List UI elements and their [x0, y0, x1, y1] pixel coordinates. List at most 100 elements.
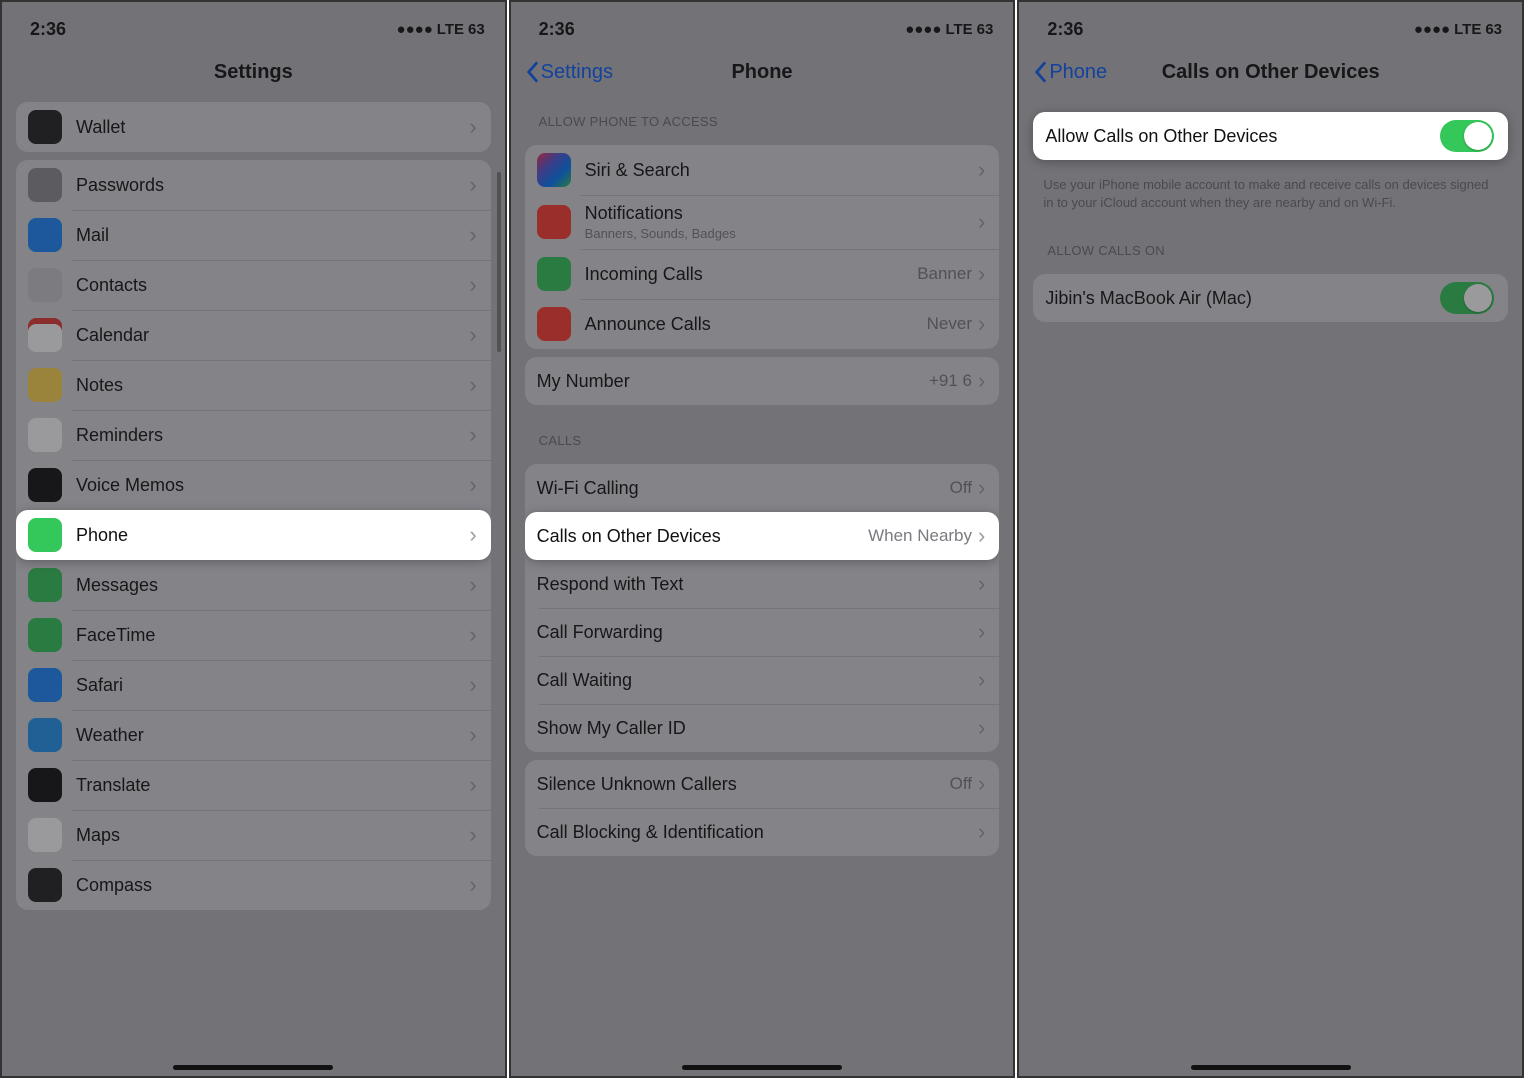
row-translate[interactable]: Translate›	[16, 760, 491, 810]
reminders-icon	[28, 418, 62, 452]
phone-calls-group: Wi-Fi CallingOff›Calls on Other DevicesW…	[525, 464, 1000, 752]
row-label: Safari	[76, 675, 469, 696]
nav-header: Settings	[2, 50, 505, 94]
row-label: Messages	[76, 575, 469, 596]
devices-group: Jibin's MacBook Air (Mac)	[1033, 274, 1508, 322]
row-label: Call Waiting	[537, 670, 978, 691]
chevron-right-icon: ›	[978, 475, 985, 501]
row-facetime[interactable]: FaceTime›	[16, 610, 491, 660]
allow-calls-toggle[interactable]	[1440, 120, 1494, 152]
row-value: When Nearby	[868, 526, 972, 546]
row-notif[interactable]: NotificationsBanners, Sounds, Badges›	[525, 195, 1000, 249]
row-waiting[interactable]: Call Waiting›	[525, 656, 1000, 704]
status-bar: 2:36 ●●●● LTE 63	[511, 2, 1014, 50]
row-callerid[interactable]: Show My Caller ID›	[525, 704, 1000, 752]
home-indicator[interactable]	[1191, 1065, 1351, 1070]
wallet-icon	[28, 110, 62, 144]
chevron-right-icon: ›	[469, 722, 476, 748]
facetime-icon	[28, 618, 62, 652]
row-incoming[interactable]: Incoming CallsBanner›	[525, 249, 1000, 299]
row-allow-calls-other-devices[interactable]: Allow Calls on Other Devices	[1033, 112, 1508, 160]
row-reminders[interactable]: Reminders›	[16, 410, 491, 460]
messages-icon	[28, 568, 62, 602]
row-value: Off	[950, 478, 972, 498]
back-button[interactable]: Phone	[1033, 61, 1107, 84]
calls-other-devices-screen: 2:36 ●●●● LTE 63 Phone Calls on Other De…	[1017, 0, 1524, 1078]
row-my-number[interactable]: My Number +91 6 ›	[525, 357, 1000, 405]
chevron-right-icon: ›	[469, 172, 476, 198]
row-wificalling[interactable]: Wi-Fi CallingOff›	[525, 464, 1000, 512]
scrollbar[interactable]	[497, 172, 501, 352]
chevron-left-icon	[1033, 61, 1047, 83]
row-label: Incoming Calls	[585, 264, 918, 285]
row-label: Phone	[76, 525, 469, 546]
status-right: ●●●● LTE 63	[905, 21, 993, 38]
notes-icon	[28, 368, 62, 402]
row-passwords[interactable]: Passwords›	[16, 160, 491, 210]
device-toggle[interactable]	[1440, 282, 1494, 314]
home-indicator[interactable]	[682, 1065, 842, 1070]
settings-group-wallet: Wallet›	[16, 102, 491, 152]
row-label: Calls on Other Devices	[537, 526, 868, 547]
passwords-icon	[28, 168, 62, 202]
back-label: Settings	[541, 61, 613, 84]
row-label: Voice Memos	[76, 475, 469, 496]
page-title: Settings	[2, 61, 505, 84]
row-calendar[interactable]: Calendar›	[16, 310, 491, 360]
mail-icon	[28, 218, 62, 252]
row-label: Announce Calls	[585, 314, 927, 335]
row-otherdev[interactable]: Calls on Other DevicesWhen Nearby ›	[525, 512, 1000, 560]
calendar-icon	[28, 318, 62, 352]
row-wallet[interactable]: Wallet›	[16, 102, 491, 152]
my-number-label: My Number	[537, 371, 929, 392]
row-respond[interactable]: Respond with Text›	[525, 560, 1000, 608]
row-blocking[interactable]: Call Blocking & Identification›	[525, 808, 1000, 856]
chevron-right-icon: ›	[469, 572, 476, 598]
row-label: Call Forwarding	[537, 622, 978, 643]
chevron-right-icon: ›	[978, 715, 985, 741]
phone-mynumber-group: My Number +91 6 ›	[525, 357, 1000, 405]
row-label: Reminders	[76, 425, 469, 446]
row-messages[interactable]: Messages›	[16, 560, 491, 610]
chevron-right-icon: ›	[978, 619, 985, 645]
row-notes[interactable]: Notes›	[16, 360, 491, 410]
section-allow-access: ALLOW PHONE TO ACCESS	[511, 94, 1014, 137]
row-value: Off	[950, 774, 972, 794]
chevron-right-icon: ›	[978, 209, 985, 235]
row-safari[interactable]: Safari›	[16, 660, 491, 710]
signal-icon: ●●●●	[1414, 21, 1450, 38]
row-contacts[interactable]: Contacts›	[16, 260, 491, 310]
chevron-right-icon: ›	[469, 522, 476, 548]
row-mail[interactable]: Mail›	[16, 210, 491, 260]
row-compass[interactable]: Compass›	[16, 860, 491, 910]
contacts-icon	[28, 268, 62, 302]
row-silence[interactable]: Silence Unknown CallersOff›	[525, 760, 1000, 808]
notif-icon	[537, 205, 571, 239]
row-weather[interactable]: Weather›	[16, 710, 491, 760]
row-maps[interactable]: Maps›	[16, 810, 491, 860]
row-forward[interactable]: Call Forwarding›	[525, 608, 1000, 656]
row-label: Calendar	[76, 325, 469, 346]
row-label: Silence Unknown Callers	[537, 774, 950, 795]
chevron-right-icon: ›	[469, 322, 476, 348]
row-device-macbook[interactable]: Jibin's MacBook Air (Mac)	[1033, 274, 1508, 322]
row-voicememos[interactable]: Voice Memos›	[16, 460, 491, 510]
maps-icon	[28, 818, 62, 852]
row-siri[interactable]: Siri & Search›	[525, 145, 1000, 195]
chevron-right-icon: ›	[469, 772, 476, 798]
row-announce[interactable]: Announce CallsNever›	[525, 299, 1000, 349]
back-button[interactable]: Settings	[525, 61, 613, 84]
chevron-right-icon: ›	[978, 523, 985, 549]
section-allow-on: ALLOW CALLS ON	[1019, 223, 1522, 266]
chevron-right-icon: ›	[469, 872, 476, 898]
chevron-right-icon: ›	[978, 261, 985, 287]
row-label: Maps	[76, 825, 469, 846]
row-phone[interactable]: Phone›	[16, 510, 491, 560]
home-indicator[interactable]	[173, 1065, 333, 1070]
status-right: ●●●● LTE 63	[397, 21, 485, 38]
row-label: Show My Caller ID	[537, 718, 978, 739]
chevron-right-icon: ›	[469, 472, 476, 498]
device-label: Jibin's MacBook Air (Mac)	[1045, 288, 1440, 309]
allow-calls-label: Allow Calls on Other Devices	[1045, 126, 1440, 147]
carrier: LTE	[945, 21, 972, 38]
